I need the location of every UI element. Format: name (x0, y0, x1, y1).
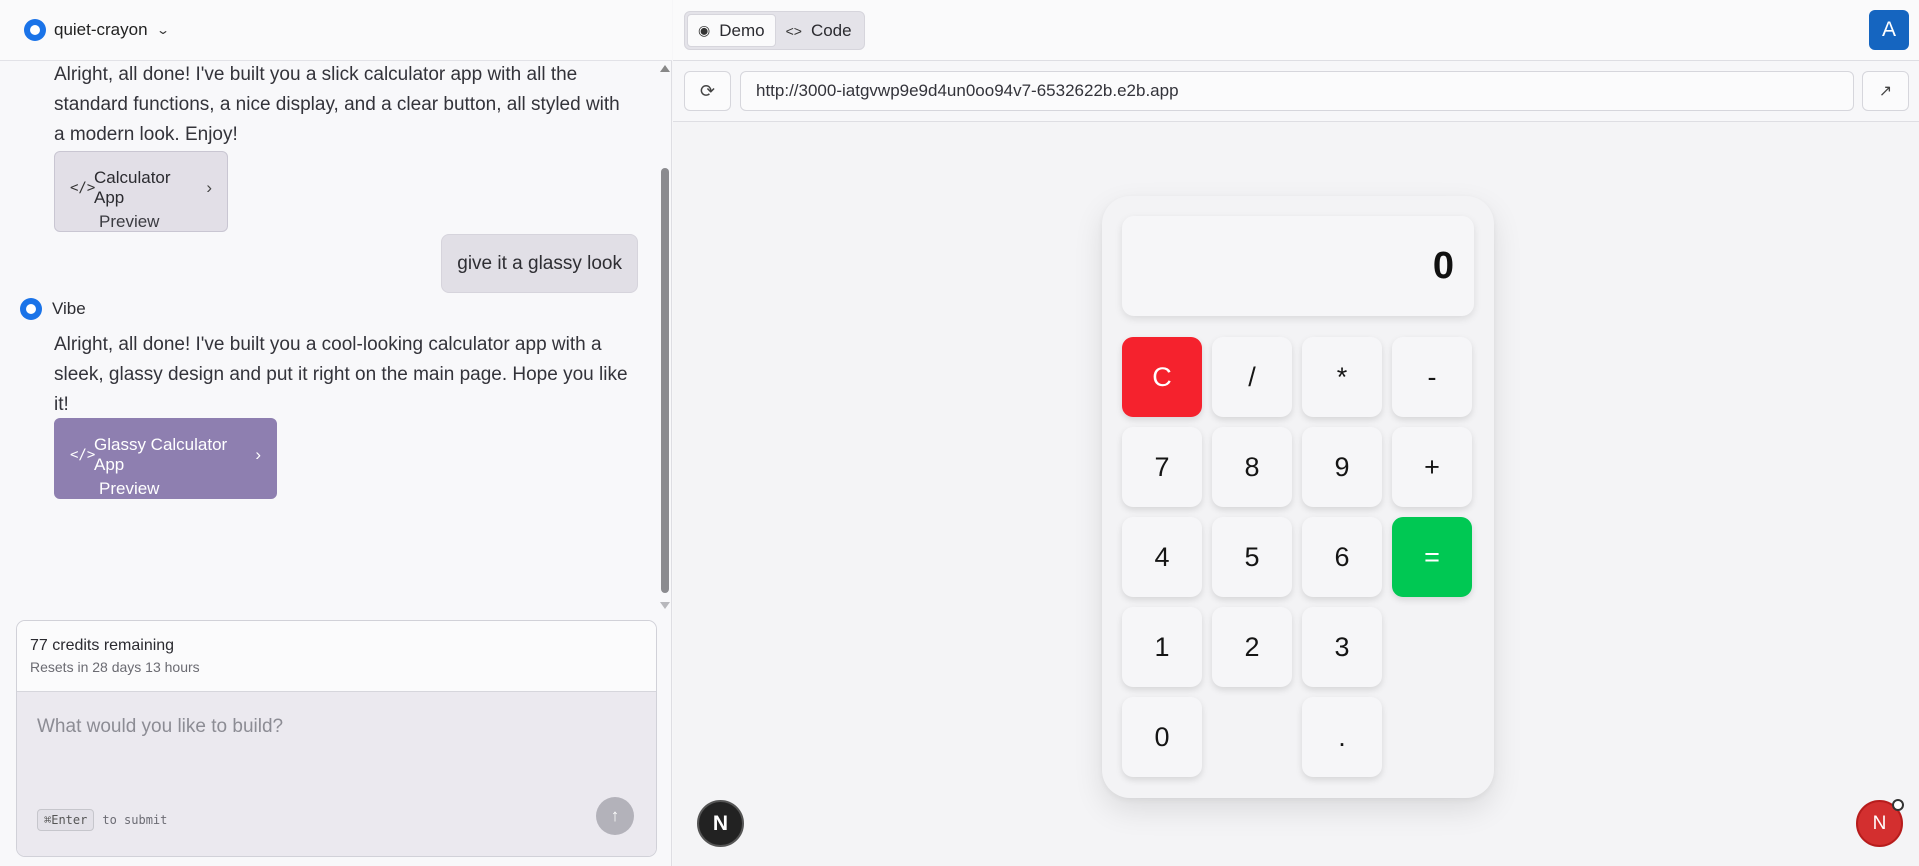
scroll-up-arrow-icon[interactable] (660, 65, 670, 72)
eye-icon: ◉ (698, 22, 711, 38)
code-icon: <> (785, 22, 802, 39)
key-9[interactable]: 9 (1302, 427, 1382, 507)
project-header[interactable]: quiet-crayon ⌄ (0, 0, 672, 61)
issues-badge-letter: N (1872, 812, 1887, 834)
notification-dot-icon (1892, 799, 1904, 811)
chevron-down-icon[interactable]: ⌄ (156, 23, 170, 37)
key-plus[interactable]: + (1392, 427, 1472, 507)
credits-reset: Resets in 28 days 13 hours (30, 659, 200, 675)
preview-panel: ◉ Demo <> Code A ⟳ ↗ 0 C / * - 7 8 9 (673, 0, 1919, 866)
calculator-display: 0 (1122, 216, 1474, 316)
view-tabs: ◉ Demo <> Code (684, 11, 865, 50)
key-minus[interactable]: - (1392, 337, 1472, 417)
scrollbar-thumb[interactable] (661, 168, 669, 593)
key-multiply[interactable]: * (1302, 337, 1382, 417)
prompt-area: ⌘Enter to submit ↑ (17, 692, 656, 856)
key-0[interactable]: 0 (1122, 697, 1202, 777)
nextjs-devtools-badge[interactable]: N (697, 800, 744, 847)
key-1[interactable]: 1 (1122, 607, 1202, 687)
submit-hint: ⌘Enter to submit (37, 809, 167, 831)
send-button[interactable]: ↑ (596, 797, 634, 835)
external-link-icon: ↗ (1878, 83, 1893, 100)
assistant-name: Vibe (52, 299, 86, 318)
tab-demo[interactable]: ◉ Demo (687, 14, 776, 47)
key-clear[interactable]: C (1122, 337, 1202, 417)
assistant-message-text: Alright, all done! I've built you a cool… (54, 334, 628, 415)
key-5[interactable]: 5 (1212, 517, 1292, 597)
tab-code-label: Code (810, 20, 852, 40)
refresh-button[interactable]: ⟳ (684, 71, 731, 111)
app-preview: 0 C / * - 7 8 9 + 4 5 6 = 1 2 3 0 . N N (673, 122, 1919, 866)
fragment-subtitle: Preview (99, 479, 160, 498)
tab-code[interactable]: <> Code (776, 14, 862, 47)
key-7[interactable]: 7 (1122, 427, 1202, 507)
scroll-down-arrow-icon[interactable] (660, 602, 670, 609)
key-4[interactable]: 4 (1122, 517, 1202, 597)
url-input[interactable] (740, 71, 1854, 111)
credits-panel: 77 credits remaining Resets in 28 days 1… (17, 621, 656, 692)
key-8[interactable]: 8 (1212, 427, 1292, 507)
user-avatar[interactable]: A (1869, 10, 1909, 50)
tab-demo-label: Demo (719, 20, 765, 40)
key-3[interactable]: 3 (1302, 607, 1382, 687)
code-icon: </> (70, 180, 96, 196)
calculator: 0 C / * - 7 8 9 + 4 5 6 = 1 2 3 0 . (1102, 196, 1494, 798)
assistant-label: Vibe (20, 298, 86, 320)
fragment-card-glassy-calculator[interactable]: </> Glassy Calculator App › Preview (54, 418, 277, 499)
chat-scrollbar[interactable] (658, 61, 672, 616)
project-name[interactable]: quiet-crayon (54, 20, 148, 40)
shortcut-hint-text: to submit (102, 813, 168, 827)
nextjs-issues-badge[interactable]: N (1856, 799, 1904, 847)
shortcut-key: ⌘Enter (37, 809, 95, 831)
credits-remaining: 77 credits remaining (30, 637, 175, 654)
chevron-right-icon: › (206, 178, 212, 197)
message-list: Alright, all done! I've built you a slic… (0, 61, 658, 616)
chat-panel: quiet-crayon ⌄ Alright, all done! I've b… (0, 0, 672, 866)
fragment-subtitle: Preview (99, 212, 160, 231)
key-2[interactable]: 2 (1212, 607, 1292, 687)
prompt-input[interactable] (37, 716, 617, 738)
refresh-icon: ⟳ (699, 80, 716, 101)
arrow-up-icon: ↑ (610, 806, 620, 825)
fragment-title: Calculator App (94, 168, 171, 207)
vibe-logo-icon (24, 19, 46, 41)
open-external-button[interactable]: ↗ (1862, 71, 1909, 111)
browser-bar: ⟳ ↗ (673, 61, 1919, 122)
fragment-title: Glassy Calculator App (94, 435, 228, 474)
user-message: give it a glassy look (441, 234, 638, 293)
assistant-message-text: Alright, all done! I've built you a slic… (54, 64, 620, 145)
fragment-card-calculator[interactable]: </> Calculator App › Preview (54, 151, 228, 232)
tabs-bar: ◉ Demo <> Code A (673, 0, 1919, 61)
code-icon: </> (70, 447, 96, 463)
chevron-right-icon: › (255, 445, 261, 464)
message-composer: 77 credits remaining Resets in 28 days 1… (16, 620, 657, 857)
key-equals[interactable]: = (1392, 517, 1472, 597)
key-dot[interactable]: . (1302, 697, 1382, 777)
key-divide[interactable]: / (1212, 337, 1292, 417)
vibe-logo-icon (20, 298, 42, 320)
key-6[interactable]: 6 (1302, 517, 1382, 597)
